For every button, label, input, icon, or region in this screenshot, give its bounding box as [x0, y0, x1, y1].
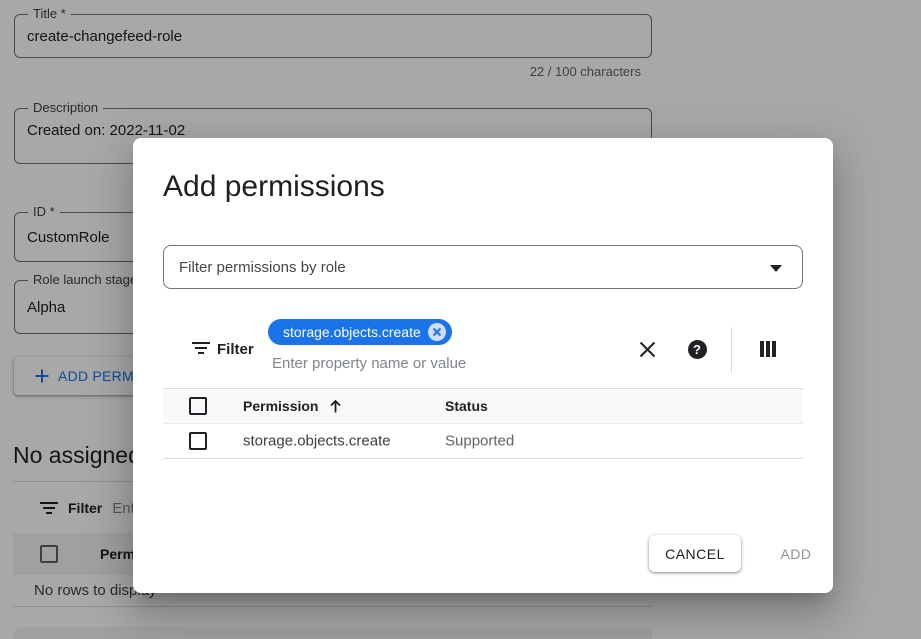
columns-icon [760, 341, 776, 357]
close-icon [639, 341, 656, 358]
chip-remove-icon[interactable] [428, 323, 446, 341]
filter-icon [192, 342, 210, 355]
screen: Title * create-changefeed-role 22 / 100 … [0, 0, 921, 639]
filter-label: Filter [217, 341, 254, 358]
row-checkbox[interactable] [189, 432, 207, 450]
toolbar-divider [731, 327, 732, 373]
permissions-table-header: Permission Status [163, 388, 803, 423]
role-select-placeholder: Filter permissions by role [179, 259, 346, 276]
dialog-title: Add permissions [163, 170, 385, 204]
permissions-filter-toolbar: Filter storage.objects.create Enter prop… [163, 317, 803, 381]
filter-chip-label: storage.objects.create [283, 324, 421, 340]
cancel-button[interactable]: CANCEL [649, 535, 741, 572]
filter-permissions-by-role-select[interactable]: Filter permissions by role [163, 245, 803, 289]
sort-ascending-icon[interactable] [328, 399, 343, 414]
status-column-header[interactable]: Status [445, 398, 488, 414]
chevron-down-icon [770, 265, 782, 272]
select-all-checkbox[interactable] [189, 397, 207, 415]
add-button[interactable]: ADD [766, 535, 826, 572]
status-cell: Supported [445, 433, 514, 450]
clear-filters-button[interactable] [629, 331, 665, 367]
help-button[interactable]: ? [679, 331, 715, 367]
column-display-options-button[interactable] [750, 331, 786, 367]
filter-chip[interactable]: storage.objects.create [268, 319, 452, 345]
permission-cell: storage.objects.create [243, 433, 391, 450]
permission-column-header[interactable]: Permission [243, 398, 318, 414]
permissions-table: Permission Status storage.objects.create… [163, 388, 803, 459]
add-permissions-dialog: Add permissions Filter permissions by ro… [133, 138, 833, 593]
help-icon: ? [688, 340, 707, 359]
filter-input-placeholder[interactable]: Enter property name or value [272, 355, 466, 372]
table-row[interactable]: storage.objects.create Supported [163, 423, 803, 459]
